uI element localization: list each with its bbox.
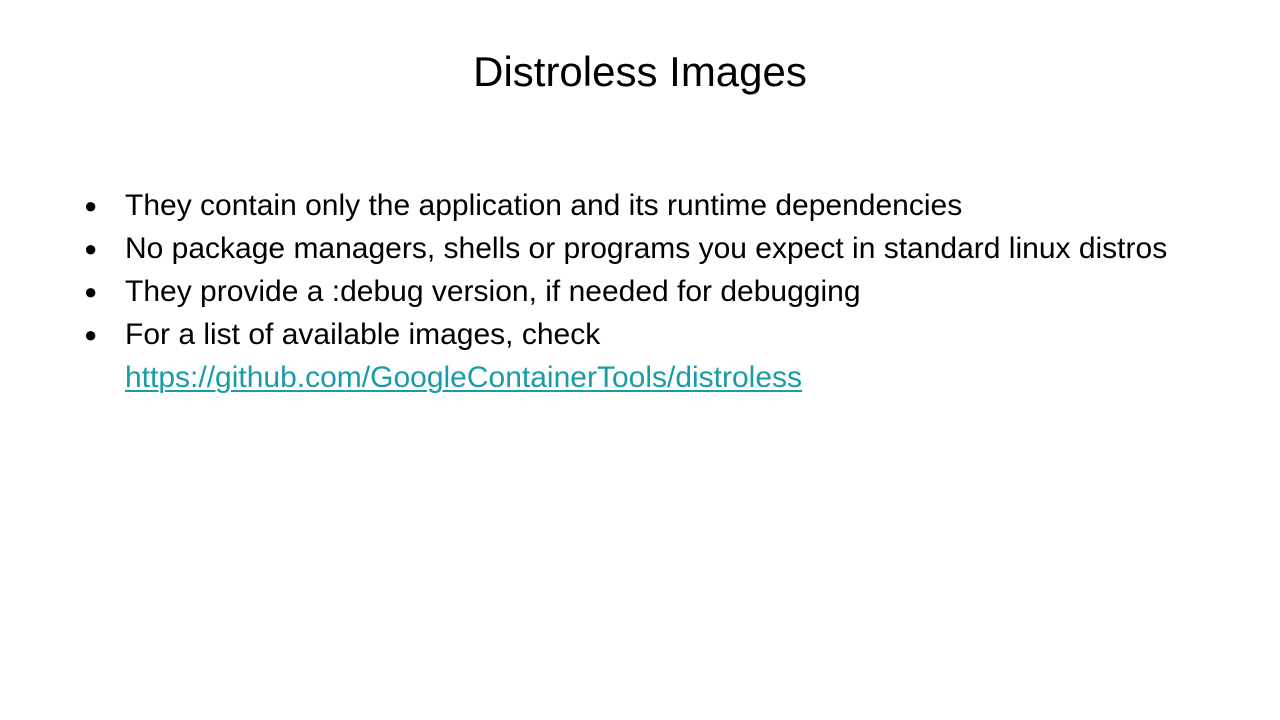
bullet-text: They provide a :debug version, if needed… xyxy=(125,275,861,308)
slide: Distroless Images ● They contain only th… xyxy=(0,0,1280,720)
bullet-item: ● They provide a :debug version, if need… xyxy=(84,270,1194,313)
bullet-text: No package managers, shells or programs … xyxy=(125,232,1168,265)
bullet-list: ● They contain only the application and … xyxy=(84,184,1194,399)
slide-title: Distroless Images xyxy=(473,48,807,95)
bullet-icon: ● xyxy=(84,193,98,218)
distroless-github-link[interactable]: https://github.com/GoogleContainerTools/… xyxy=(125,361,802,394)
bullet-text: For a list of available images, check xyxy=(125,318,601,351)
bullet-icon: ● xyxy=(84,279,98,304)
bullet-item: ● They contain only the application and … xyxy=(84,184,1194,227)
bullet-item: ● No package managers, shells or program… xyxy=(84,227,1194,270)
bullet-item: ● For a list of available images, check … xyxy=(84,313,1194,399)
bullet-text: They contain only the application and it… xyxy=(125,189,963,222)
bullet-icon: ● xyxy=(84,236,98,261)
bullet-icon: ● xyxy=(84,322,98,347)
